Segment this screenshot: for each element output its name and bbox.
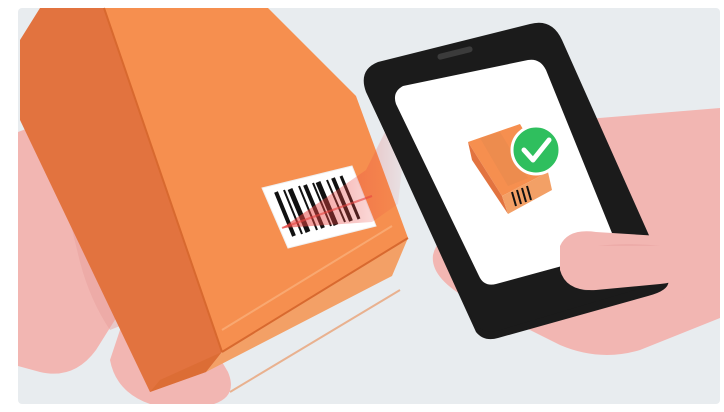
right-thumb bbox=[560, 231, 689, 291]
checkmark-icon bbox=[510, 124, 562, 176]
barcode-scan-illustration bbox=[0, 0, 724, 412]
illustration-canvas bbox=[0, 0, 724, 412]
